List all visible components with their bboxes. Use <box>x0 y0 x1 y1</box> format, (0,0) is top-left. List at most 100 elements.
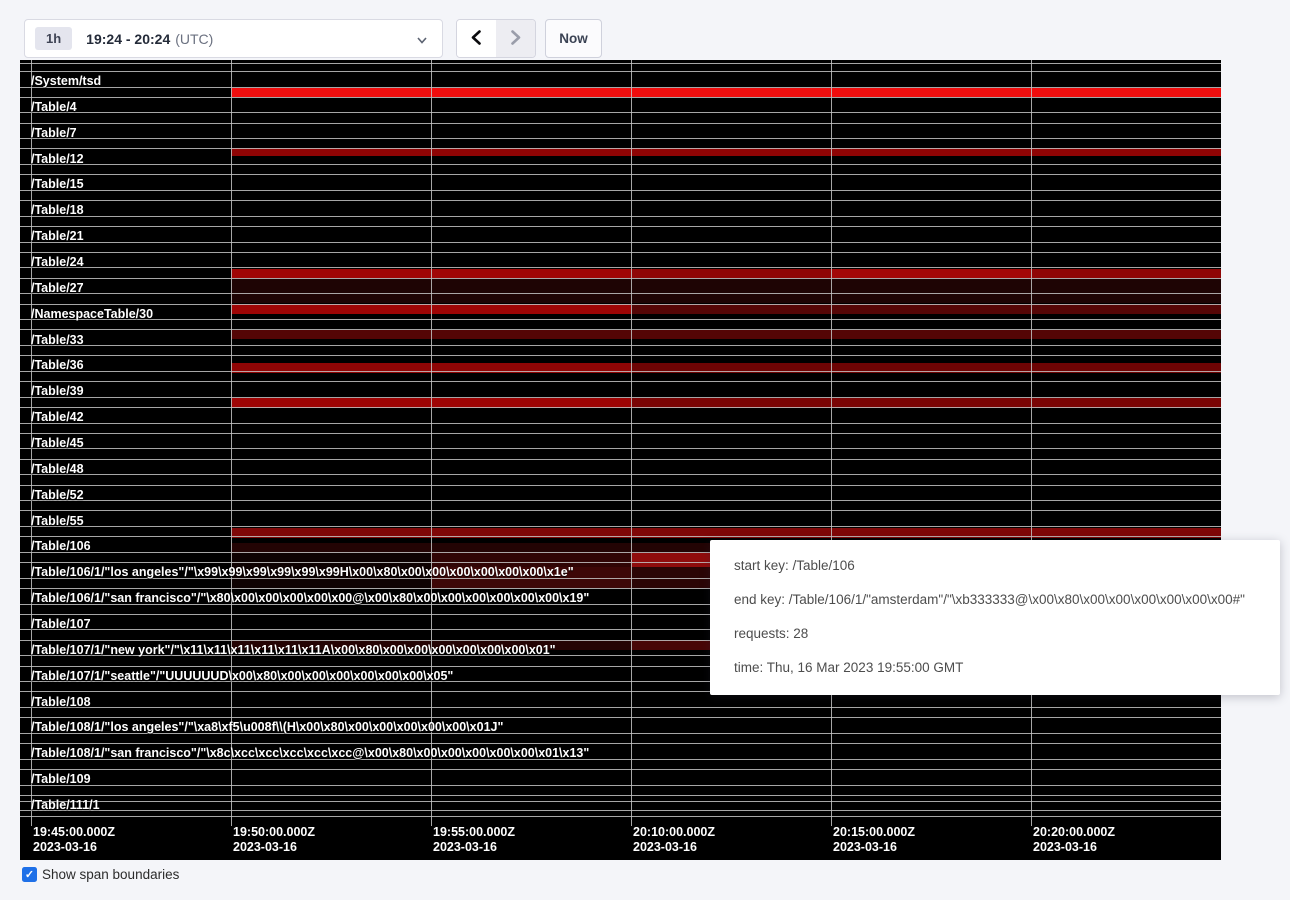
hover-tooltip: start key: /Table/106 end key: /Table/10… <box>710 540 1280 695</box>
row-key-label: /Table/48 <box>31 462 84 476</box>
show-span-boundaries-label: Show span boundaries <box>42 867 179 882</box>
span-boundary-line <box>20 164 1221 165</box>
x-axis-date-label: 2023-03-16 <box>1033 840 1097 854</box>
x-axis-time-label: 19:55:00.000Z <box>433 825 515 839</box>
now-button[interactable]: Now <box>545 19 602 58</box>
x-axis-date-label: 2023-03-16 <box>233 840 297 854</box>
span-boundary-line <box>20 355 1221 356</box>
span-boundary-line <box>20 87 1221 88</box>
tooltip-start-key: start key: /Table/106 <box>734 549 1280 583</box>
span-boundary-line <box>20 148 1221 149</box>
row-key-label: /Table/18 <box>31 203 84 217</box>
key-visualizer-page: 1h 19:24 - 20:24 (UTC) Now /System/tsd/T… <box>0 0 1290 900</box>
span-boundary-line <box>20 252 1221 253</box>
span-boundary-line <box>20 267 1221 268</box>
row-key-label: /Table/45 <box>31 436 84 450</box>
row-key-label: /Table/55 <box>31 514 84 528</box>
span-boundary-line <box>20 226 1221 227</box>
time-range-picker[interactable]: 1h 19:24 - 20:24 (UTC) <box>24 19 443 58</box>
span-boundary-line <box>20 293 1221 294</box>
span-boundary-line <box>20 174 1221 175</box>
row-key-label: /Table/107/1/"new york"/"\x11\x11\x11\x1… <box>31 643 556 657</box>
row-key-label: /Table/33 <box>31 333 84 347</box>
span-boundary-line <box>20 407 1221 408</box>
row-key-label: /Table/7 <box>31 126 77 140</box>
heat-band <box>1031 269 1221 278</box>
span-boundary-line <box>20 785 1221 786</box>
heat-band <box>631 304 1221 314</box>
time-range-text: 19:24 - 20:24 <box>86 31 170 47</box>
span-boundary-line <box>20 717 1221 718</box>
x-axis-time-label: 19:50:00.000Z <box>233 825 315 839</box>
row-key-label: /Table/108 <box>31 695 91 709</box>
span-boundary-line <box>20 769 1221 770</box>
row-key-label: /Table/108/1/"los angeles"/"\xa8\xf5\u00… <box>31 720 503 734</box>
span-boundary-line <box>20 474 1221 475</box>
chevron-down-icon <box>416 33 428 51</box>
row-key-label: /Table/15 <box>31 177 84 191</box>
time-nav-group <box>456 19 536 58</box>
show-span-boundaries-checkbox[interactable]: ✓ <box>22 867 37 882</box>
row-key-label: /Table/39 <box>31 384 84 398</box>
span-boundary-line <box>20 278 1221 279</box>
span-boundary-line <box>20 485 1221 486</box>
span-boundary-line <box>20 510 1221 511</box>
row-key-label: /Table/36 <box>31 358 84 372</box>
heat-band <box>231 278 1221 303</box>
x-axis-time-label: 20:20:00.000Z <box>1033 825 1115 839</box>
span-boundary-line <box>20 345 1221 346</box>
key-visualizer-heatmap[interactable]: /System/tsd/Table/4/Table/7/Table/12/Tab… <box>20 60 1221 860</box>
row-key-label: /Table/24 <box>31 255 84 269</box>
row-key-label: /Table/27 <box>31 281 84 295</box>
x-axis-time-label: 19:45:00.000Z <box>33 825 115 839</box>
row-key-label: /Table/111/1 <box>31 798 100 812</box>
time-gridline <box>631 60 632 826</box>
span-boundary-line <box>20 71 1221 72</box>
row-key-label: /Table/107 <box>31 617 91 631</box>
span-boundary-line <box>20 448 1221 449</box>
x-axis-date-label: 2023-03-16 <box>33 840 97 854</box>
span-boundary-line <box>20 138 1221 139</box>
span-boundary-line <box>20 190 1221 191</box>
x-axis-time-label: 20:10:00.000Z <box>633 825 715 839</box>
row-key-label: /Table/107/1/"seattle"/"UUUUUUD\x00\x80\… <box>31 669 453 683</box>
span-boundary-line <box>20 707 1221 708</box>
span-boundary-line <box>20 397 1221 398</box>
span-boundary-line <box>20 801 1221 802</box>
tooltip-end-key: end key: /Table/106/1/"amsterdam"/"\xb33… <box>734 583 1280 617</box>
row-key-label: /Table/42 <box>31 410 84 424</box>
time-gridline <box>231 60 232 826</box>
heat-band <box>231 330 1221 339</box>
row-key-label: /Table/4 <box>31 100 77 114</box>
row-key-label: /Table/21 <box>31 229 84 243</box>
chevron-right-icon <box>509 30 522 48</box>
span-boundary-line <box>20 371 1221 372</box>
span-boundary-line <box>20 795 1221 796</box>
span-boundary-line <box>20 242 1221 243</box>
span-boundary-line <box>20 810 1221 811</box>
row-key-label: /System/tsd <box>31 74 101 88</box>
span-boundary-line <box>20 112 1221 113</box>
row-key-label: /NamespaceTable/30 <box>31 307 153 321</box>
span-boundary-line <box>20 319 1221 320</box>
span-boundary-line <box>20 381 1221 382</box>
next-interval-button[interactable] <box>496 20 535 57</box>
tooltip-requests: requests: 28 <box>734 617 1280 651</box>
previous-interval-button[interactable] <box>457 20 496 57</box>
time-range-timezone: (UTC) <box>175 31 213 47</box>
time-gridline <box>831 60 832 826</box>
heat-band <box>231 88 1221 97</box>
heat-band <box>831 269 1031 278</box>
footer: ✓ Show span boundaries <box>22 867 179 882</box>
span-boundary-line <box>20 423 1221 424</box>
span-boundary-line <box>20 743 1221 744</box>
time-gridline <box>431 60 432 826</box>
span-boundary-line <box>20 329 1221 330</box>
span-boundary-line <box>20 536 1221 537</box>
chevron-left-icon <box>470 30 483 48</box>
row-key-label: /Table/106/1/"los angeles"/"\x99\x99\x99… <box>31 565 574 579</box>
span-boundary-line <box>20 200 1221 201</box>
span-boundary-line <box>20 123 1221 124</box>
span-boundary-line <box>20 526 1221 527</box>
span-boundary-line <box>20 500 1221 501</box>
